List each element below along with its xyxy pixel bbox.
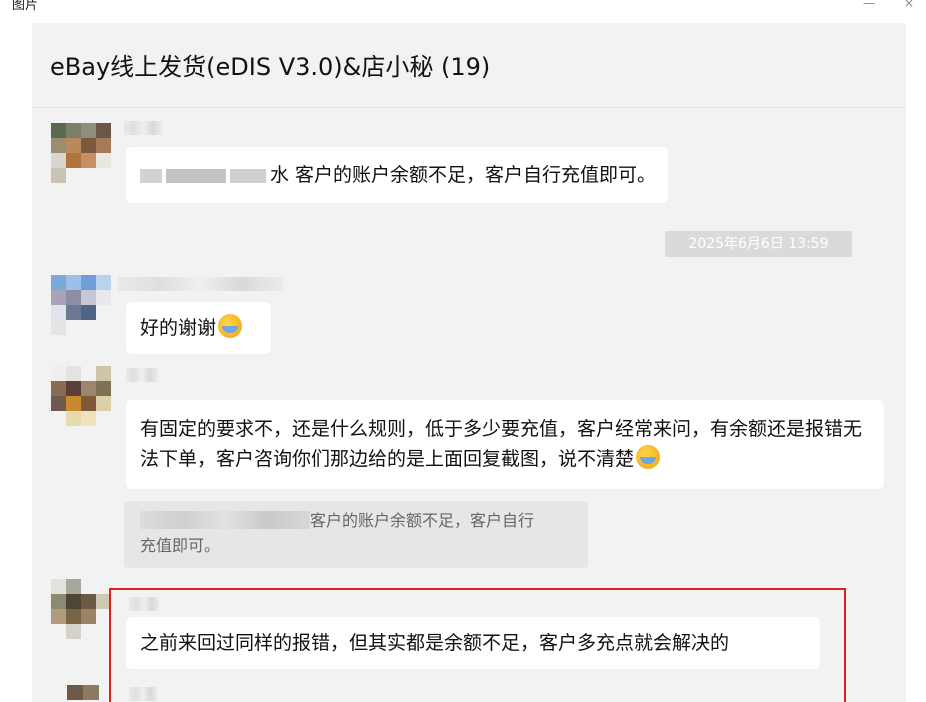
- chat-title: eBay线上发货(eDIS V3.0)&店小秘 (19): [50, 53, 491, 81]
- message-bubble[interactable]: 水 客户的账户余额不足，客户自行充值即可。: [126, 147, 668, 203]
- message-text: 水 客户的账户余额不足，客户自行充值即可。: [140, 164, 656, 186]
- message-text: 之前来回过同样的报错，但其实都是余额不足，客户多充点就会解决的: [140, 632, 730, 654]
- avatar[interactable]: [51, 275, 113, 337]
- avatar[interactable]: [51, 579, 113, 641]
- redacted-text: [140, 511, 310, 529]
- chat-header: eBay线上发货(eDIS V3.0)&店小秘 (19): [32, 23, 906, 108]
- sender-name-redacted: [118, 277, 283, 291]
- window-titlebar: 图片 — ×: [0, 0, 926, 22]
- avatar[interactable]: [51, 366, 113, 428]
- avatar[interactable]: [51, 123, 113, 185]
- quoted-message[interactable]: 客户的账户余额不足，客户自行 充值即可。: [124, 501, 588, 568]
- chat-window: eBay线上发货(eDIS V3.0)&店小秘 (19) 水 客户的账户余额不足…: [32, 23, 906, 702]
- sender-name-redacted: [124, 121, 162, 135]
- timestamp: 2025年6月6日 13:59: [665, 231, 852, 257]
- message-bubble[interactable]: 好的谢谢: [126, 302, 271, 354]
- message-text: 有固定的要求不，还是什么规则，低于多少要充值，客户经常来问，有余额还是报错无法下…: [140, 418, 863, 470]
- avatar[interactable]: [67, 685, 99, 702]
- sender-name-redacted: [129, 687, 157, 701]
- sender-name-redacted: [126, 368, 158, 382]
- app-label: 图片: [12, 0, 39, 13]
- message-bubble[interactable]: 有固定的要求不，还是什么规则，低于多少要充值，客户经常来问，有余额还是报错无法下…: [126, 400, 884, 489]
- minimize-button[interactable]: —: [858, 0, 880, 10]
- face-with-tears-of-joy-icon: [636, 445, 661, 469]
- close-button[interactable]: ×: [898, 0, 920, 10]
- face-with-tears-of-joy-icon: [218, 314, 243, 338]
- sender-name-redacted: [129, 597, 159, 611]
- message-text: 好的谢谢: [140, 314, 243, 339]
- message-bubble[interactable]: 之前来回过同样的报错，但其实都是余额不足，客户多充点就会解决的: [126, 617, 820, 669]
